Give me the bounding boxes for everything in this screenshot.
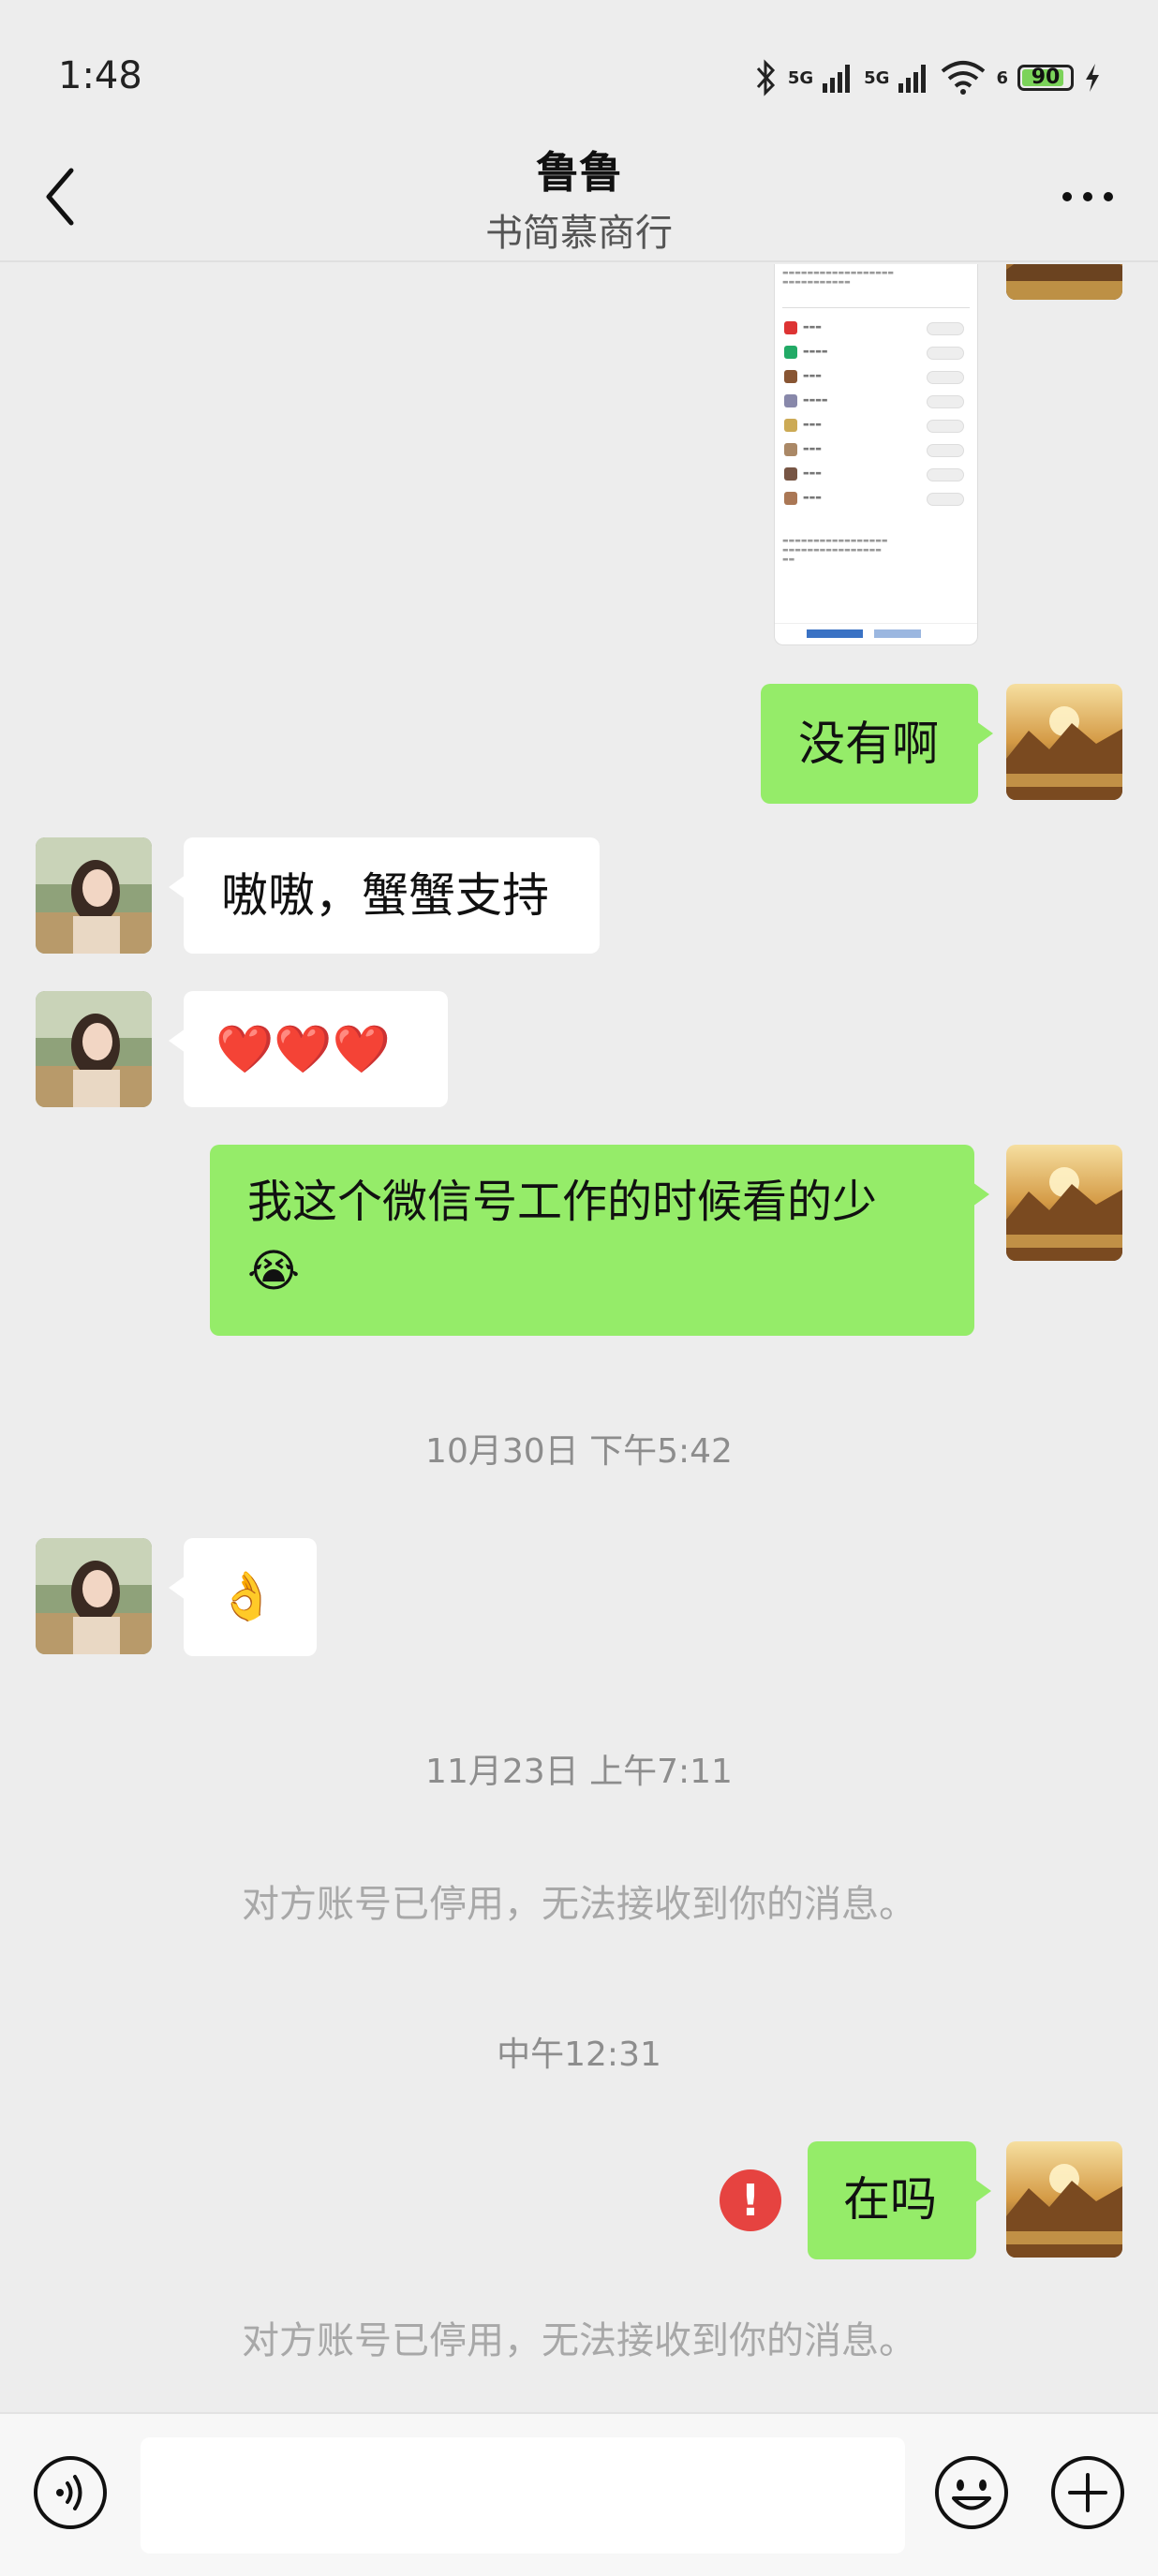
signal-label-2: 5G [864,67,890,88]
message-bubble-sent[interactable]: 我这个微信号工作的时候看的少 😭 [210,1145,989,1336]
chat-title: 鲁鲁 [536,147,622,198]
avatar-self[interactable] [1006,264,1122,300]
send-failed-icon[interactable]: ! [720,2169,781,2231]
avatar-contact-image [36,991,152,1107]
message-input[interactable] [141,2437,905,2554]
avatar-self[interactable] [1006,1145,1122,1261]
wifi-label: 6 [996,67,1008,88]
bluetooth-icon [756,59,775,96]
avatar-contact[interactable] [36,1538,152,1654]
message-text: 嗷嗷，蟹蟹支持 [221,868,549,923]
message-text: 👌 [217,1569,276,1623]
message-bubble-received[interactable]: ❤️❤️❤️ [169,991,448,1107]
signal-bars-icon [898,65,927,93]
battery-level: 90 [1031,66,1061,89]
header-divider [0,260,1158,262]
message-text: 在吗 [843,2172,937,2227]
message-text: 我这个微信号工作的时候看的少 [247,1176,878,1228]
message-text: 没有啊 [798,717,939,771]
avatar-self-image [1006,684,1122,800]
avatar-self[interactable] [1006,684,1122,800]
plus-icon [1051,2456,1124,2529]
emoji-icon [935,2456,1008,2529]
avatar-self-image [1006,264,1122,300]
signal-label-1: 5G [787,67,814,88]
charging-icon [1086,64,1099,92]
voice-button[interactable] [32,2454,109,2531]
timestamp: 11月23日 上午7:11 [425,1753,733,1791]
avatar-self-image [1006,2141,1122,2258]
message-text: ❤️❤️❤️ [215,1022,391,1076]
wifi-icon [942,61,986,95]
battery-icon: 90 [1017,65,1074,91]
message-bubble-sent[interactable]: 在吗 [808,2141,991,2259]
voice-icon [34,2456,107,2529]
avatar-contact[interactable] [36,837,152,954]
avatar-contact-image [36,1538,152,1654]
message-emoji: 😭 [247,1245,301,1297]
more-button[interactable] [1055,178,1121,215]
system-notice: 对方账号已停用，无法接收到你的消息。 [242,2319,916,2362]
avatar-contact[interactable] [36,991,152,1107]
message-bubble-received[interactable]: 嗷嗷，蟹蟹支持 [169,837,600,954]
avatar-self[interactable] [1006,2141,1122,2258]
system-notice: 对方账号已停用，无法接收到你的消息。 [242,1883,916,1926]
message-bubble-sent[interactable]: 没有啊 [761,684,993,804]
chat-subtitle: 书简慕商行 [485,212,673,255]
status-icons: 5G 5G 6 90 [754,56,1102,99]
shared-screenshot-image[interactable]: ▬▬▬▬▬▬▬▬▬▬▬▬▬▬▬▬▬▬ ▬▬▬▬▬▬▬▬▬▬▬ ▬▬▬ ▬▬▬▬ ▬… [774,264,978,645]
message-bubble-received[interactable]: 👌 [169,1538,317,1656]
avatar-contact-image [36,837,152,954]
more-actions-button[interactable] [1049,2454,1126,2531]
more-icon [1062,192,1113,201]
timestamp: 中午12:31 [497,2036,661,2074]
avatar-self-image [1006,1145,1122,1261]
status-time: 1:48 [58,54,142,97]
emoji-button[interactable] [933,2454,1010,2531]
signal-bars-icon [823,65,851,93]
timestamp: 10月30日 下午5:42 [425,1432,733,1471]
